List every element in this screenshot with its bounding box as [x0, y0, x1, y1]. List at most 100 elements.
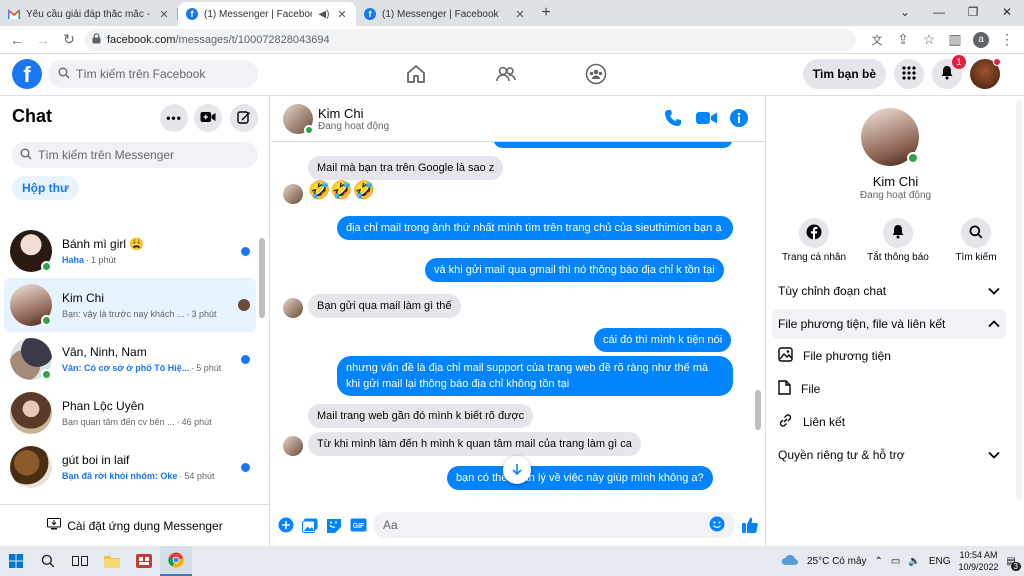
conversation-item[interactable]: Phan Lộc Uyên Bạn quan tâm đến cv bên ..…: [4, 386, 256, 440]
windows-start-icon[interactable]: [0, 546, 32, 576]
facebook-logo-icon[interactable]: f: [12, 59, 42, 89]
gif-icon[interactable]: GIF: [349, 516, 367, 534]
conversation-info-icon[interactable]: [729, 108, 751, 130]
message-bubble-outgoing[interactable]: địa chỉ mail trong ảnh thứ nhất mình tìm…: [337, 216, 733, 240]
side-panel-icon[interactable]: ▥: [944, 29, 966, 51]
grid-icon: [902, 65, 916, 83]
message-bubble-outgoing[interactable]: và khi gửi mail qua gmail thì nó thông b…: [425, 258, 724, 282]
inbox-tab[interactable]: Hộp thư: [12, 176, 79, 200]
account-avatar[interactable]: [970, 58, 1001, 89]
mute-action-button[interactable]: Tắt thông báo: [858, 218, 938, 263]
new-tab-button[interactable]: +: [534, 2, 558, 26]
home-icon[interactable]: [404, 62, 428, 86]
bookmark-star-icon[interactable]: ☆: [918, 29, 940, 51]
emoji-icon[interactable]: [709, 516, 725, 535]
find-friends-button[interactable]: Tìm bạn bè: [802, 59, 886, 89]
scroll-to-bottom-button[interactable]: [503, 456, 531, 484]
notifications-button[interactable]: 1: [932, 55, 966, 89]
clock[interactable]: 10:54 AM 10/9/2022: [959, 549, 999, 573]
phone-call-icon[interactable]: [663, 108, 685, 130]
close-tab-icon[interactable]: ✕: [336, 8, 348, 21]
info-panel-scrollbar[interactable]: [1014, 96, 1024, 546]
profile-action-button[interactable]: Trang cá nhân: [774, 218, 854, 263]
search-icon[interactable]: [32, 546, 64, 576]
message-input[interactable]: Aa: [373, 512, 735, 538]
message-bubble-outgoing[interactable]: cái đó thì mình k tiện nói: [594, 328, 732, 352]
links-item[interactable]: Liên kết: [772, 407, 1006, 437]
customize-chat-section[interactable]: Tùy chỉnh đoạn chat: [772, 276, 1006, 306]
facebook-search-input[interactable]: Tìm kiếm trên Facebook: [48, 60, 258, 88]
close-tab-icon[interactable]: ✕: [514, 8, 526, 21]
media-files-links-section[interactable]: File phương tiện, file và liên kết: [772, 309, 1006, 339]
thread-scrollbar[interactable]: [753, 142, 763, 504]
message-bubble-incoming[interactable]: Mail mà bạn tra trên Google là sao z: [308, 156, 504, 180]
forward-icon[interactable]: →: [32, 29, 54, 51]
profile-avatar: a: [973, 31, 989, 48]
avatar[interactable]: [861, 108, 919, 166]
browser-tab-messenger-active[interactable]: f (1) Messenger | Facebook ◀) ✕: [178, 2, 356, 26]
search-action-button[interactable]: Tìm kiếm: [936, 218, 1016, 263]
seen-avatar: [238, 299, 250, 311]
menu-grid-button[interactable]: [894, 59, 924, 89]
chevron-up-icon[interactable]: ⌃: [875, 556, 883, 567]
photo-icon[interactable]: [301, 516, 319, 534]
browser-tab-messenger[interactable]: f (1) Messenger | Facebook ✕: [356, 2, 534, 26]
close-tab-icon[interactable]: ✕: [158, 8, 170, 21]
install-messenger-button[interactable]: Cài đặt ứng dụng Messenger: [0, 504, 270, 546]
weather-text[interactable]: 25°C Có mây: [807, 556, 867, 567]
install-messenger-label: Cài đặt ứng dụng Messenger: [67, 518, 223, 533]
translate-icon[interactable]: 文: [866, 29, 888, 51]
message-bubble-incoming[interactable]: Từ khi mình làm đến h mình k quan tâm ma…: [308, 432, 641, 456]
message-bubble-incoming[interactable]: Mail trang web gần đó mình k biết rõ đượ…: [308, 404, 534, 428]
video-room-button[interactable]: [194, 104, 222, 132]
like-thumb-icon[interactable]: [741, 516, 759, 534]
notification-center-icon[interactable]: ▤ 3: [1007, 556, 1021, 571]
app-icon[interactable]: [128, 546, 160, 576]
back-icon[interactable]: ←: [6, 29, 28, 51]
restore-icon[interactable]: ❐: [956, 0, 990, 26]
groups-icon[interactable]: [584, 62, 608, 86]
plus-circle-icon[interactable]: [277, 516, 295, 534]
chrome-menu-icon[interactable]: ⋮: [996, 29, 1018, 51]
volume-icon[interactable]: 🔈: [908, 556, 920, 567]
network-icon[interactable]: ▭: [891, 556, 900, 567]
search-icon: [58, 67, 70, 82]
sticker-icon[interactable]: [325, 516, 343, 534]
tab-search-icon[interactable]: ⌄: [888, 0, 922, 26]
speaker-icon[interactable]: ◀): [318, 9, 330, 20]
contact-name[interactable]: Kim Chi: [318, 106, 364, 121]
file-explorer-icon[interactable]: [96, 546, 128, 576]
conversation-item[interactable]: Bánh mì girl 😩 Haha · 1 phút: [4, 224, 256, 278]
message-bubble-incoming[interactable]: Bạn gửi qua mail làm gì thế: [308, 294, 461, 318]
chat-options-button[interactable]: •••: [160, 104, 188, 132]
friends-icon[interactable]: [494, 62, 518, 86]
avatar: [283, 184, 303, 204]
avatar[interactable]: [283, 104, 314, 135]
conversation-header: Kim Chi Đang hoạt động: [271, 96, 765, 142]
conversation-item-selected[interactable]: Kim Chi Bạn: vậy là trước nay khách ... ·…: [4, 278, 256, 332]
messenger-search-input[interactable]: Tìm kiếm trên Messenger: [12, 142, 258, 168]
share-icon[interactable]: ⇪: [892, 29, 914, 51]
minimize-icon[interactable]: —: [922, 0, 956, 26]
media-files-item[interactable]: File phương tiện: [772, 341, 1006, 371]
new-message-button[interactable]: [230, 104, 258, 132]
reload-icon[interactable]: ↻: [58, 29, 80, 51]
message-bubble-outgoing[interactable]: nhưng vấn đề là địa chỉ mail support của…: [337, 356, 733, 396]
conversation-item[interactable]: Vân, Ninh, Nam Vân: Có cơ sở ở phố Tô Hi…: [4, 332, 256, 386]
conversation-name: Vân, Ninh, Nam: [62, 345, 147, 359]
chrome-taskbar-icon[interactable]: [160, 546, 192, 576]
language-indicator[interactable]: ENG: [929, 556, 951, 567]
conversation-item[interactable]: gút boi in laif Bạn đã rời khỏi nhóm: Ok…: [4, 440, 256, 494]
laughing-emoji[interactable]: 🤣🤣🤣: [308, 180, 375, 201]
privacy-support-section[interactable]: Quyền riêng tư & hỗ trợ: [772, 440, 1006, 470]
chat-list-scrollbar[interactable]: [258, 228, 266, 508]
task-view-icon[interactable]: [64, 546, 96, 576]
profile-button[interactable]: a: [970, 29, 992, 51]
browser-tab-gmail[interactable]: Yêu cầu giải đáp thắc mắc - anhtu ✕: [0, 2, 178, 26]
close-window-icon[interactable]: ✕: [990, 0, 1024, 26]
address-bar[interactable]: facebook.com/messages/t/100072828043694: [84, 28, 856, 51]
video-call-icon[interactable]: [695, 108, 717, 130]
message-bubble-outgoing[interactable]: bạn có thể quản lý về việc này giúp mình…: [447, 466, 713, 490]
files-item[interactable]: File: [772, 374, 1006, 404]
url-path: /messages/t/100072828043694: [175, 33, 330, 46]
